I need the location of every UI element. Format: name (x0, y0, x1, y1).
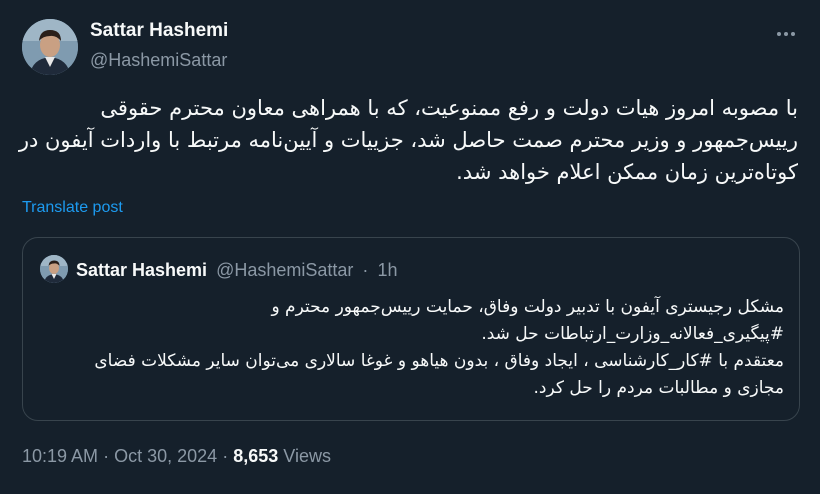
quote-paragraph: معتقدم با #کار_کارشناسی ، ایجاد وفاق ، ب… (94, 351, 784, 398)
tweet-footer: 10:19 AM · Oct 30, 2024 · 8,653 Views (22, 446, 331, 467)
post-date[interactable]: Oct 30, 2024 (114, 446, 217, 466)
avatar-image (40, 255, 68, 283)
avatar-image (22, 19, 78, 75)
views-count: 8,653 (233, 446, 279, 466)
quote-separator: · (362, 260, 369, 280)
author-avatar[interactable] (22, 19, 78, 75)
quote-text: مشکل رجیستری آیفون با تدبیر دولت وفاق، ح… (44, 294, 784, 402)
quote-paragraph: مشکل رجیستری آیفون با تدبیر دولت وفاق، ح… (271, 297, 784, 344)
more-horizontal-icon[interactable] (774, 22, 798, 46)
footer-separator: · (103, 446, 110, 466)
quote-author-handle[interactable]: @HashemiSattar (216, 260, 353, 280)
views-label: Views (283, 446, 331, 466)
author-handle[interactable]: @HashemiSattar (90, 50, 227, 71)
post-time[interactable]: 10:19 AM (22, 446, 98, 466)
footer-separator: · (222, 446, 229, 466)
author-name[interactable]: Sattar Hashemi (90, 20, 228, 42)
quote-header: Sattar Hashemi @HashemiSattar · 1h (76, 260, 397, 281)
quote-time[interactable]: 1h (377, 260, 397, 280)
tweet-text: با مصوبه امروز هیات دولت و رفع ممنوعیت، … (18, 96, 798, 184)
quote-author-name[interactable]: Sattar Hashemi (76, 260, 207, 280)
translate-post-link[interactable]: Translate post (22, 199, 123, 217)
quote-author-avatar[interactable] (40, 255, 68, 283)
